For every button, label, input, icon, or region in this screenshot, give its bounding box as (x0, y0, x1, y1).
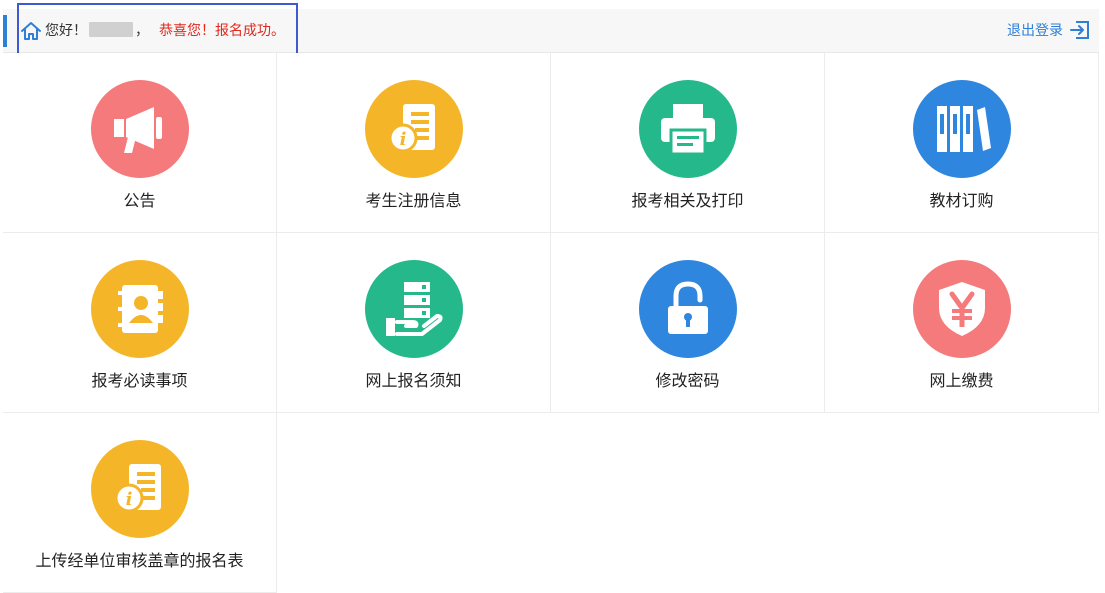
logout-button[interactable]: 退出登录 (1007, 20, 1091, 40)
printer-icon (661, 104, 715, 156)
server-hand-icon (386, 282, 443, 336)
tile-icon-circle (639, 260, 737, 358)
tile-label[interactable]: 修改密码 (551, 367, 824, 391)
yen-shield-icon (939, 282, 985, 336)
accent-bar (3, 15, 7, 47)
tile-label[interactable]: 公告 (3, 187, 276, 211)
tile-icon-circle: i (365, 80, 463, 178)
tile-upload-stamped-form[interactable]: i 上传经单位审核盖章的报名表 (3, 413, 277, 593)
info-document-icon: i (388, 104, 435, 153)
tile-icon-circle: i (91, 440, 189, 538)
svg-text:i: i (126, 489, 133, 510)
info-document-icon: i (114, 464, 161, 513)
tile-must-read[interactable]: 报考必读事项 (3, 233, 277, 413)
tile-announcement[interactable]: 公告 (3, 53, 277, 233)
megaphone-icon (114, 107, 162, 153)
tile-label[interactable]: 报考相关及打印 (551, 187, 824, 211)
tile-icon-circle (91, 260, 189, 358)
tile-candidate-info[interactable]: i 考生注册信息 (277, 53, 551, 233)
tile-exam-print[interactable]: 报考相关及打印 (551, 53, 825, 233)
padlock-icon (668, 281, 708, 334)
tile-icon-circle (365, 260, 463, 358)
logout-label[interactable]: 退出登录 (1007, 20, 1063, 40)
tile-icon-circle (91, 80, 189, 178)
tile-label[interactable]: 网上缴费 (825, 367, 1098, 391)
tile-icon-circle (913, 260, 1011, 358)
tile-label[interactable]: 教材订购 (825, 187, 1098, 211)
tile-label[interactable]: 考生注册信息 (277, 187, 550, 211)
tile-icon-circle (913, 80, 1011, 178)
books-icon (937, 106, 991, 152)
svg-text:i: i (400, 129, 407, 150)
tile-icon-circle (639, 80, 737, 178)
tile-label[interactable]: 网上报名须知 (277, 367, 550, 391)
tile-textbook-order[interactable]: 教材订购 (825, 53, 1099, 233)
tile-label[interactable]: 上传经单位审核盖章的报名表 (3, 547, 276, 571)
tile-online-registration-notice[interactable]: 网上报名须知 (277, 233, 551, 413)
tile-change-password[interactable]: 修改密码 (551, 233, 825, 413)
contact-book-icon (118, 285, 163, 333)
tile-label[interactable]: 报考必读事项 (3, 367, 276, 391)
logout-icon[interactable] (1069, 20, 1091, 40)
tile-online-payment[interactable]: 网上缴费 (825, 233, 1099, 413)
